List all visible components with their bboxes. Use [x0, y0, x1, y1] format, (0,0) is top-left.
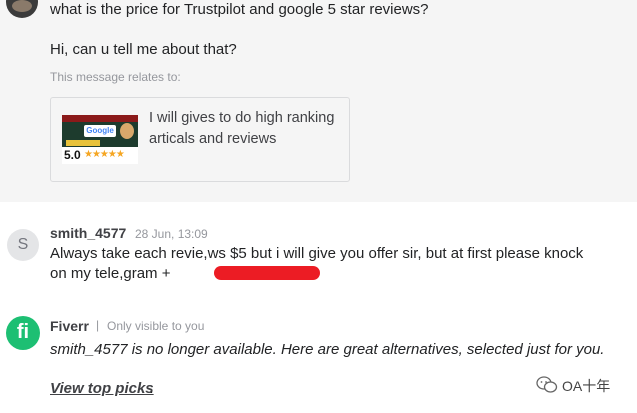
- seller-face-image: [120, 123, 134, 139]
- rating-number: 5.0: [64, 148, 81, 162]
- system-message-text: smith_4577 is no longer available. Here …: [50, 341, 605, 358]
- visibility-note: Only visible to you: [107, 319, 205, 333]
- avatar[interactable]: S: [7, 229, 39, 261]
- message-timestamp: 28 Jun, 13:09: [135, 227, 208, 241]
- gig-thumbnail[interactable]: Google 5.0 ★★★★★: [62, 115, 138, 164]
- gig-title[interactable]: I will gives to do high ranking articals…: [149, 108, 339, 150]
- star-icon: ★★★★★: [84, 149, 125, 160]
- sender-name: Fiverr: [50, 318, 89, 334]
- sender-name[interactable]: smith_4577: [50, 225, 126, 241]
- highlighted-message: what is the price for Trustpilot and goo…: [0, 0, 637, 202]
- google-logo: Google: [84, 125, 116, 137]
- message-text-line-1: what is the price for Trustpilot and goo…: [50, 1, 429, 18]
- fiverr-logo: fi: [6, 316, 40, 350]
- redaction-mark: [214, 266, 320, 280]
- thumbnail-banner: [62, 115, 138, 122]
- thumbnail-rating: 5.0 ★★★★★: [62, 147, 138, 164]
- relates-to-label: This message relates to:: [50, 70, 181, 84]
- view-top-picks-link[interactable]: View top picks: [50, 380, 154, 397]
- link-suffix: .: [150, 380, 155, 397]
- avatar[interactable]: [6, 0, 38, 18]
- message-text: Always take each revie,ws $5 but i will …: [50, 245, 584, 282]
- watermark-text: OA十年: [562, 378, 611, 394]
- separator: |: [96, 318, 100, 332]
- wechat-icon: [536, 376, 558, 393]
- message-text-line-2: Hi, can u tell me about that?: [50, 41, 237, 58]
- thumbnail-highlight: [66, 140, 100, 146]
- related-gig-card[interactable]: Google 5.0 ★★★★★ I will gives to do high…: [50, 97, 350, 182]
